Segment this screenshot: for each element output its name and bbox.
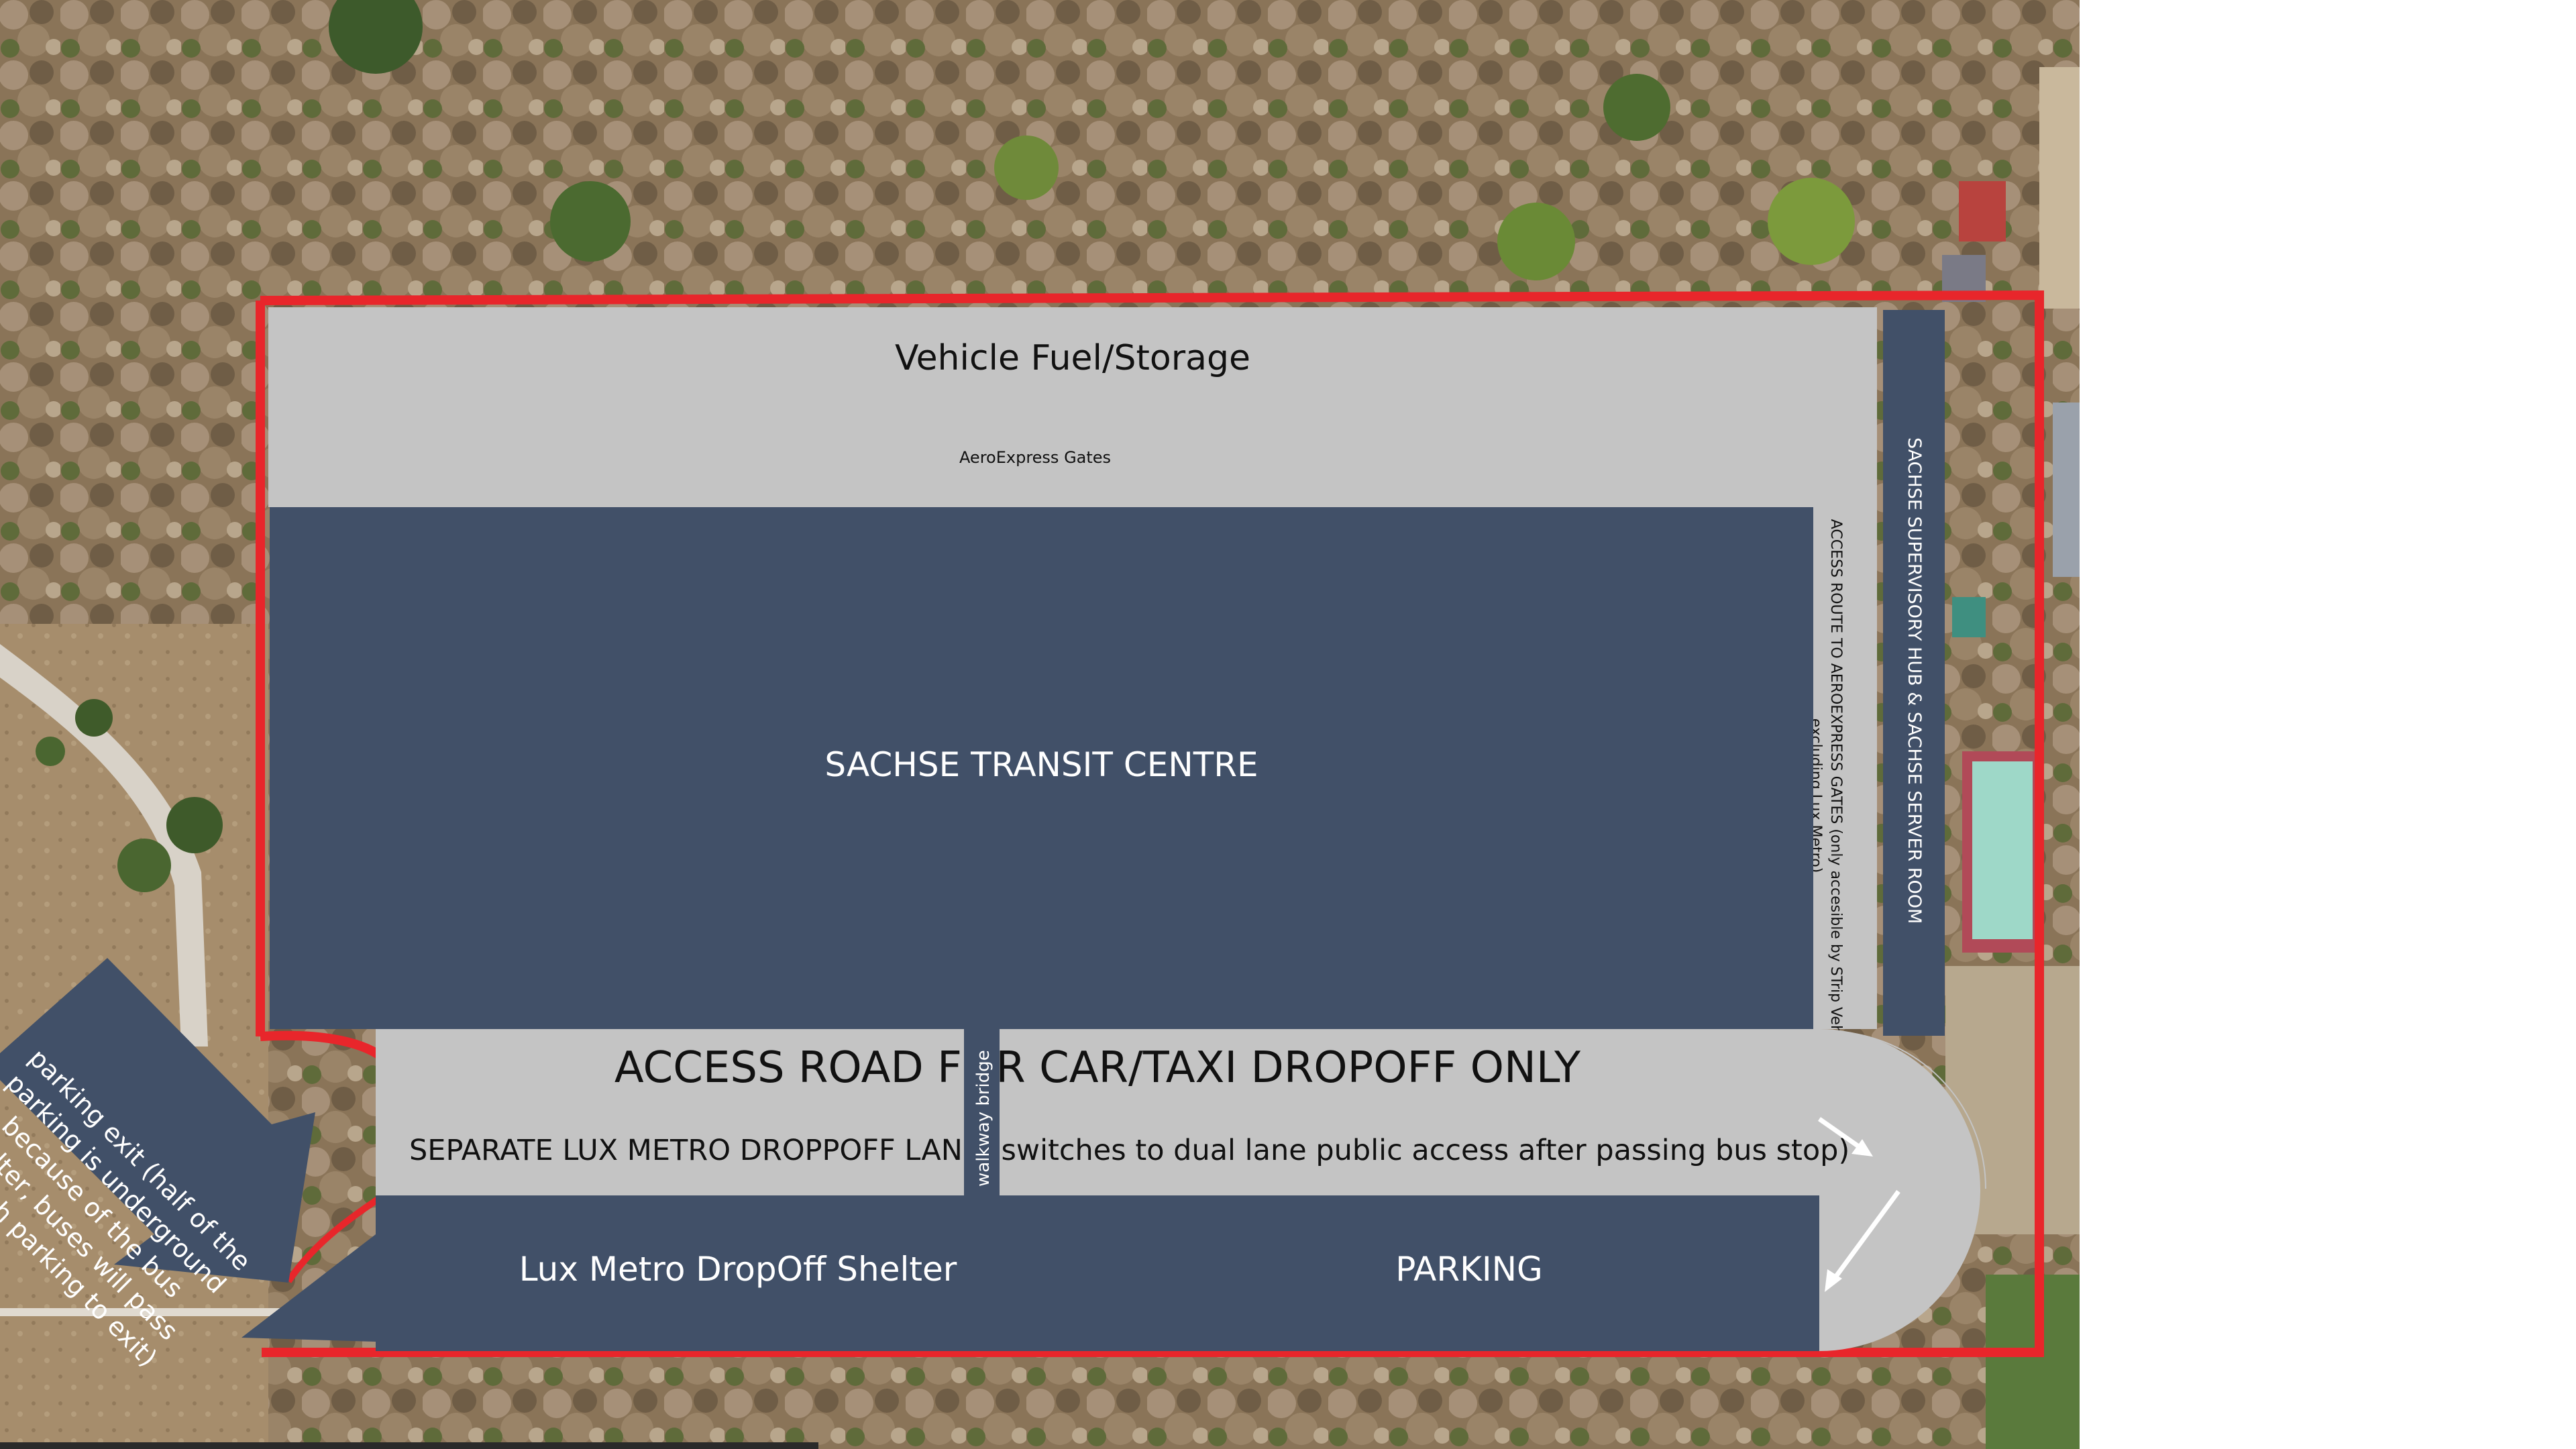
parking-exit-arrow <box>0 958 315 1283</box>
